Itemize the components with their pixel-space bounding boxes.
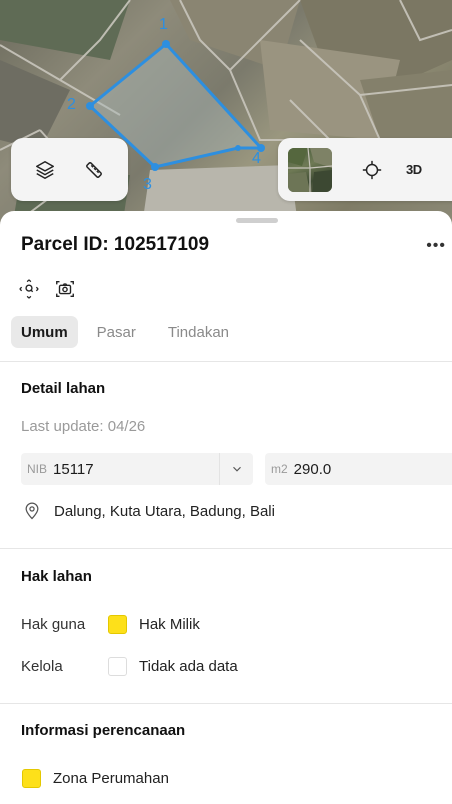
divider: [0, 361, 452, 362]
zone-swatch: [22, 769, 41, 788]
chevron-down-icon: [232, 466, 241, 472]
zoom-to-parcel-button[interactable]: [18, 278, 40, 300]
area-value: 290.0: [293, 460, 332, 478]
kelola-swatch: [108, 657, 127, 676]
divider: [0, 703, 452, 704]
locate-button[interactable]: [352, 150, 392, 190]
map-view[interactable]: 1 2 3 4 3D: [0, 0, 452, 240]
measure-button[interactable]: [76, 152, 112, 188]
address-text: Dalung, Kuta Utara, Badung, Bali: [54, 502, 275, 520]
tab-bar: Umum Pasar Tindakan: [11, 316, 251, 348]
layers-icon: [36, 160, 55, 179]
parcel-title: Parcel ID: 102517109: [21, 234, 210, 255]
hak-guna-value: Hak Milik: [139, 616, 200, 633]
satellite-imagery: [0, 0, 452, 240]
parcel-actions: [18, 278, 76, 300]
hak-guna-swatch: [108, 615, 127, 634]
divider: [0, 548, 452, 549]
last-update-text: Last update: 04/26: [21, 418, 146, 435]
zone-value: Zona Perumahan: [53, 770, 169, 787]
tab-pasar[interactable]: Pasar: [87, 316, 146, 348]
tab-tindakan[interactable]: Tindakan: [158, 316, 239, 348]
ruler-icon: [85, 161, 102, 178]
map-tools-panel: [11, 138, 128, 201]
crosshair-icon: [362, 160, 382, 179]
basemap-switcher[interactable]: [288, 147, 332, 192]
satellite-thumbnail: [288, 147, 332, 192]
nib-prefix: NIB: [27, 462, 48, 476]
vertex-label-2: 2: [67, 96, 76, 113]
more-options-button[interactable]: •••: [426, 237, 446, 255]
screenshot-icon: [56, 280, 74, 298]
nib-dropdown-button[interactable]: [219, 453, 253, 485]
screenshot-button[interactable]: [54, 278, 76, 300]
nib-value: 15117: [53, 460, 94, 478]
parcel-details-sheet: Parcel ID: 102517109 ••• Umum Pasar Tind…: [0, 211, 452, 804]
layers-button[interactable]: [27, 152, 63, 188]
map-controls-panel: 3D: [278, 138, 452, 201]
sheet-header: Parcel ID: 102517109 •••: [21, 233, 452, 257]
section-title-rights: Hak lahan: [21, 568, 92, 585]
location-pin-icon: [25, 502, 39, 520]
sheet-grab-handle[interactable]: [236, 218, 278, 223]
section-title-detail: Detail lahan: [21, 380, 106, 397]
section-title-planning: Informasi perencanaan: [21, 722, 186, 739]
kelola-value: Tidak ada data: [139, 658, 238, 675]
area-unit: m2: [271, 462, 288, 476]
kelola-label: Kelola: [21, 658, 63, 675]
vertex-label-3: 3: [143, 176, 152, 193]
hak-guna-label: Hak guna: [21, 616, 86, 633]
vertex-label-4: 4: [252, 150, 261, 167]
zoom-to-parcel-icon: [19, 279, 39, 299]
vertex-label-1: 1: [159, 16, 168, 33]
tab-umum[interactable]: Umum: [11, 316, 78, 348]
nib-field[interactable]: NIB 15117: [21, 453, 253, 485]
3d-toggle-button[interactable]: 3D: [406, 162, 422, 177]
area-field[interactable]: m2 290.0: [265, 453, 452, 485]
address-row: Dalung, Kuta Utara, Badung, Bali: [22, 501, 275, 521]
